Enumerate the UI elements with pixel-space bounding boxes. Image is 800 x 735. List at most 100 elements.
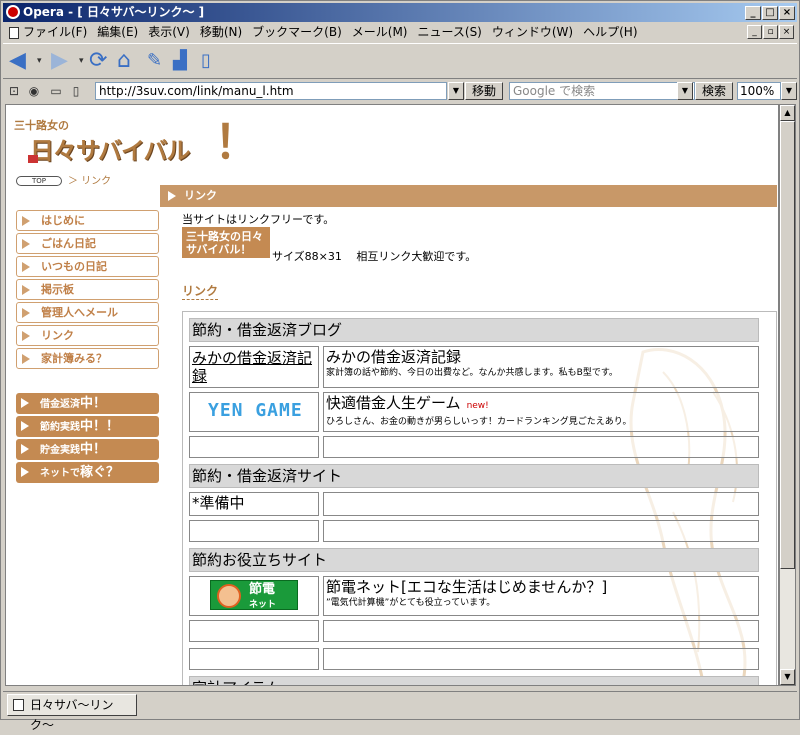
banner-debt-repay[interactable]: 借金返済中！: [16, 393, 159, 414]
banner-deposit[interactable]: 貯金実践中！: [16, 439, 159, 460]
back-icon[interactable]: ◀: [9, 49, 26, 73]
link-cell-prep: *準備中: [189, 492, 319, 516]
empty-cell: [189, 648, 319, 670]
empty-cell: [323, 620, 759, 642]
nav-item-bbs[interactable]: 掲示板: [16, 279, 159, 300]
setsuden-logo-text: 節電: [249, 582, 276, 597]
new-badge: new!: [466, 401, 489, 411]
menu-view[interactable]: 表示(V): [148, 25, 190, 39]
scroll-up-button[interactable]: ▲: [780, 105, 795, 121]
banner-label: 貯金実践: [40, 445, 80, 456]
preparing-text: *準備中: [192, 494, 245, 512]
file-icon[interactable]: ▯: [69, 84, 83, 98]
page-content: 三十路女の 日々サバイバル ！ TOP ＞ リンク はじめに ごはん日記 いつもの…: [5, 104, 779, 686]
menu-news[interactable]: ニュース(S): [417, 25, 481, 39]
link-cell-mika-name[interactable]: みかの借金返済記録: [189, 346, 319, 388]
nav-item-meal-diary[interactable]: ごはん日記: [16, 233, 159, 254]
home-icon[interactable]: ⌂: [117, 49, 131, 73]
link-cell-mika-desc: みかの借金返済記録 家計簿の話や節約、今日の出費など。なんか共感します。私もB型…: [323, 346, 759, 388]
empty-cell: [189, 436, 319, 458]
zoom-dropdown-icon[interactable]: ▼: [781, 82, 797, 100]
banner-emphasis: 中！: [80, 442, 107, 457]
status-bar: 日々サバ〜リンク〜: [3, 691, 797, 732]
banner-net-earn[interactable]: ネットで稼ぐ？: [16, 462, 159, 483]
empty-cell: [323, 520, 759, 542]
hotlist-icon[interactable]: ✎: [147, 49, 162, 73]
lock-icon[interactable]: ⊡: [7, 84, 21, 98]
nav-item-budget[interactable]: 家計簿みる？: [16, 348, 159, 369]
site-logo[interactable]: 三十路女の 日々サバイバル ！: [14, 115, 260, 171]
mdi-minimize-button[interactable]: _: [747, 25, 762, 39]
vertical-scrollbar[interactable]: ▲ ▼: [779, 104, 796, 686]
category-items: 家計アイテム: [189, 676, 759, 685]
banner-saving[interactable]: 節約実践中！！: [16, 416, 159, 437]
close-button[interactable]: ×: [779, 6, 795, 20]
breadcrumb-top-link[interactable]: TOP: [16, 176, 62, 186]
menu-bar: ファイル(F) 編集(E) 表示(V) 移動(N) ブックマーク(B) メール(M) ニュー…: [3, 22, 797, 42]
search-button[interactable]: 検索: [695, 82, 733, 100]
yen-title[interactable]: 快適借金人生ゲーム: [326, 394, 461, 412]
link-cell-yen-logo[interactable]: YEN GAME: [189, 392, 319, 432]
page-icon: [9, 26, 19, 39]
forward-icon[interactable]: ▶: [51, 49, 68, 73]
setsuden-logo[interactable]: 節電 ネット: [210, 580, 298, 610]
url-input[interactable]: http://3suv.com/link/manu_l.htm: [95, 82, 447, 100]
links-heading: リンク: [182, 284, 219, 300]
menu-edit[interactable]: 編集(E): [97, 25, 138, 39]
logo-exclamation: ！: [214, 115, 260, 169]
mika-title[interactable]: みかの借金返済記録: [324, 347, 758, 367]
breadcrumb-current: ＞ リンク: [68, 176, 112, 187]
page-tab[interactable]: 日々サバ〜リンク〜: [7, 694, 137, 732]
window-title: Opera - [ 日々サバ〜リンク〜 ]: [23, 5, 205, 19]
url-dropdown-icon[interactable]: ▼: [448, 82, 464, 100]
menu-file[interactable]: ファイル(F): [23, 25, 87, 39]
setsuden-title[interactable]: 節電ネット[エコな生活はじめませんか？]: [324, 577, 758, 597]
menu-mail[interactable]: メール(M): [352, 25, 408, 39]
links-table: 節約・借金返済ブログ みかの借金返済記録 みかの借金返済記録 家計簿の話や節約、…: [182, 311, 777, 685]
mika-link[interactable]: みかの借金返済記録: [190, 347, 318, 387]
nav-item-intro[interactable]: はじめに: [16, 210, 159, 231]
forward-dropdown-icon[interactable]: ▾: [79, 49, 84, 73]
nav-item-mail[interactable]: 管理人へメール: [16, 302, 159, 323]
title-bar: Opera - [ 日々サバ〜リンク〜 ] _ □ ×: [3, 3, 797, 22]
category-site: 節約・借金返済サイト: [189, 464, 759, 488]
search-input[interactable]: Google で検索: [509, 82, 695, 100]
camera-icon[interactable]: ◉: [27, 84, 41, 98]
mdi-close-button[interactable]: ×: [779, 25, 794, 39]
empty-cell: [189, 520, 319, 542]
scroll-thumb[interactable]: [780, 121, 795, 569]
mika-description: 家計簿の話や節約、今日の出費など。なんか共感します。私もB型です。: [326, 368, 618, 378]
navigation-toolbar: ◀ ▾ ▶ ▾ ⟳ ⌂ ✎ ▟ ▯: [3, 43, 797, 79]
nav-item-links[interactable]: リンク: [16, 325, 159, 346]
mdi-restore-button[interactable]: ▫: [763, 25, 778, 39]
maximize-button[interactable]: □: [762, 6, 778, 20]
banner-emphasis: 稼ぐ？: [80, 465, 120, 480]
empty-cell: [189, 620, 319, 642]
document-icon[interactable]: ▭: [49, 84, 63, 98]
reload-icon[interactable]: ⟳: [89, 49, 107, 73]
banner-size-notice: サイズ88×31 相互リンク大歓迎です。: [272, 250, 477, 263]
minimize-button[interactable]: _: [745, 6, 761, 20]
print-icon[interactable]: ▟: [173, 49, 187, 73]
setsuden-logo-sub: ネット: [249, 600, 277, 610]
empty-cell: [323, 648, 759, 670]
banner-label: 借金返済: [40, 399, 80, 410]
go-button[interactable]: 移動: [465, 82, 503, 100]
menu-navigate[interactable]: 移動(N): [200, 25, 242, 39]
link-cell-setsuden-desc: 節電ネット[エコな生活はじめませんか？] ”電気代計算機”がとても役立っています…: [323, 576, 759, 616]
link-cell-setsuden-logo[interactable]: 節電 ネット: [189, 576, 319, 616]
back-dropdown-icon[interactable]: ▾: [37, 49, 42, 73]
menu-bookmarks[interactable]: ブックマーク(B): [252, 25, 342, 39]
yen-description: ひろしさん、お金の動きが男らしいっす！カードランキング見ごたえあり。: [326, 417, 632, 427]
character-icon: [217, 584, 241, 608]
scroll-down-button[interactable]: ▼: [780, 669, 795, 685]
menu-help[interactable]: ヘルプ(H): [583, 25, 637, 39]
zoom-select[interactable]: 100%: [737, 82, 781, 100]
menu-window[interactable]: ウィンドウ(W): [492, 25, 573, 39]
yen-game-logo[interactable]: YEN GAME: [208, 400, 303, 421]
nav-item-daily-diary[interactable]: いつもの日記: [16, 256, 159, 277]
site-banner-image[interactable]: 三十路女の日々サバイバル！: [182, 227, 270, 258]
new-page-icon[interactable]: ▯: [201, 49, 211, 73]
search-dropdown-icon[interactable]: ▼: [677, 82, 693, 100]
breadcrumb: TOP ＞ リンク: [16, 172, 111, 187]
